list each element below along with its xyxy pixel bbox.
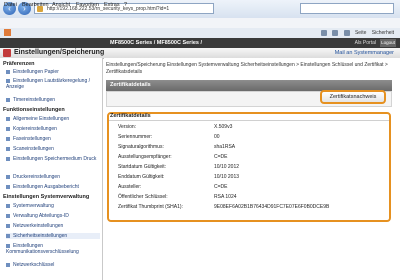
sidebar-item-media-print[interactable]: Einstellungen Speichermedium Druck xyxy=(6,156,100,162)
sidebar-item-system-admin[interactable]: Systemverwaltung xyxy=(6,203,100,209)
bullet-icon xyxy=(6,156,10,161)
print-icon[interactable] xyxy=(343,29,350,36)
sidebar-item-network-key[interactable]: Netzwerkschlüssel xyxy=(6,262,100,268)
bullet-icon xyxy=(6,136,10,141)
bullet-icon xyxy=(6,262,10,267)
sidebar-item-general[interactable]: Allgemeine Einstellungen xyxy=(6,116,100,122)
detail-value: 10/10 2012 xyxy=(214,164,240,170)
sidebar-item-volume-display[interactable]: Einstellungen Lautstärkeregelung / Anzei… xyxy=(6,78,100,90)
sidebar-item-network[interactable]: Netzwerkeinstellungen xyxy=(6,223,100,229)
detail-value: RSA 1024 xyxy=(214,194,237,200)
toolbar-page[interactable]: Seite xyxy=(355,30,366,36)
sidebar-item-timer[interactable]: Timereinstellungen xyxy=(6,97,100,103)
menu-help[interactable]: ? xyxy=(124,1,127,9)
detail-value: sha1RSA xyxy=(214,144,236,150)
browser-toolbar: Seite Sicherheit xyxy=(317,29,394,37)
sidebar-item-fax[interactable]: Faxeinstellungen xyxy=(6,136,100,142)
device-model: MF8500C Series / MF8500C Series / xyxy=(110,40,203,46)
settings-icon xyxy=(3,49,11,57)
sidebar-item-report[interactable]: Einstellungen Ausgabebericht xyxy=(6,184,100,190)
bullet-icon xyxy=(6,69,10,74)
divider xyxy=(109,120,389,121)
menu-extras[interactable]: Extras xyxy=(104,1,120,9)
bullet-icon xyxy=(6,126,10,131)
sidebar-item-printer[interactable]: Druckereinstellungen xyxy=(6,174,100,180)
bullet-icon xyxy=(6,78,10,83)
toolbar-security[interactable]: Sicherheit xyxy=(372,30,394,36)
detail-value: C=DE xyxy=(214,184,228,190)
verify-certificate-button[interactable]: Zertifikatsnachweis xyxy=(320,90,386,104)
menu-favoriten[interactable]: Favoriten xyxy=(76,1,99,9)
details-title: Zertifikatdetails xyxy=(110,113,151,119)
detail-value: 10/10 2013 xyxy=(214,174,240,180)
sidebar-item-copy[interactable]: Kopiereinstellungen xyxy=(6,126,100,132)
bullet-icon xyxy=(6,97,10,102)
home-icon[interactable] xyxy=(320,29,327,36)
menu-bearbeiten[interactable]: Bearbeiten xyxy=(22,1,49,9)
sidebar-item-paper[interactable]: Einstellungen Papier xyxy=(6,69,100,75)
sidebar-item-dept-id[interactable]: Verwaltung Abteilungs-ID xyxy=(6,213,100,219)
sidebar-item-security[interactable]: Sicherheitseinstellungen xyxy=(6,233,100,239)
breadcrumb: Einstellungen/Speicherung Einstellungen … xyxy=(106,62,388,75)
detail-value: C=DE xyxy=(214,154,228,160)
bullet-icon xyxy=(6,174,10,179)
sidebar-group-functions: Funktionseinstellungen xyxy=(3,107,65,113)
bullet-icon xyxy=(6,184,10,189)
sidebar-item-scan[interactable]: Scaneinstellungen xyxy=(6,146,100,152)
tab-favicon-icon xyxy=(4,29,11,36)
bullet-icon xyxy=(6,223,10,228)
logout-button[interactable]: Logout xyxy=(380,39,396,47)
mail-admin-link[interactable]: Mail an Systemmanager xyxy=(335,48,394,58)
detail-value: 00 xyxy=(214,134,220,140)
sidebar-item-encryption[interactable]: Einstellungen Kommunikationsverschlüssel… xyxy=(6,243,100,255)
feeds-icon[interactable] xyxy=(332,29,339,36)
page-title: Einstellungen/Speicherung xyxy=(14,49,105,56)
detail-value: X.509v3 xyxy=(214,124,233,130)
bullet-icon xyxy=(6,243,10,248)
menu-ansicht[interactable]: Ansicht xyxy=(52,1,70,9)
sidebar-group-system: Einstellungen Systemverwaltung xyxy=(3,194,90,200)
bullet-icon xyxy=(6,233,10,238)
login-info: Als Portal xyxy=(354,40,376,46)
browser-search-input[interactable] xyxy=(300,3,394,14)
sidebar-group-preferences: Präferenzen xyxy=(3,61,35,67)
bullet-icon xyxy=(6,213,10,218)
bullet-icon xyxy=(6,203,10,208)
detail-value: 9E08EF6A02B1B76434D91FC7E07E6F0B0DCE9B xyxy=(214,204,330,210)
bullet-icon xyxy=(6,146,10,151)
menu-datei[interactable]: Datei xyxy=(4,1,17,9)
bullet-icon xyxy=(6,116,10,121)
